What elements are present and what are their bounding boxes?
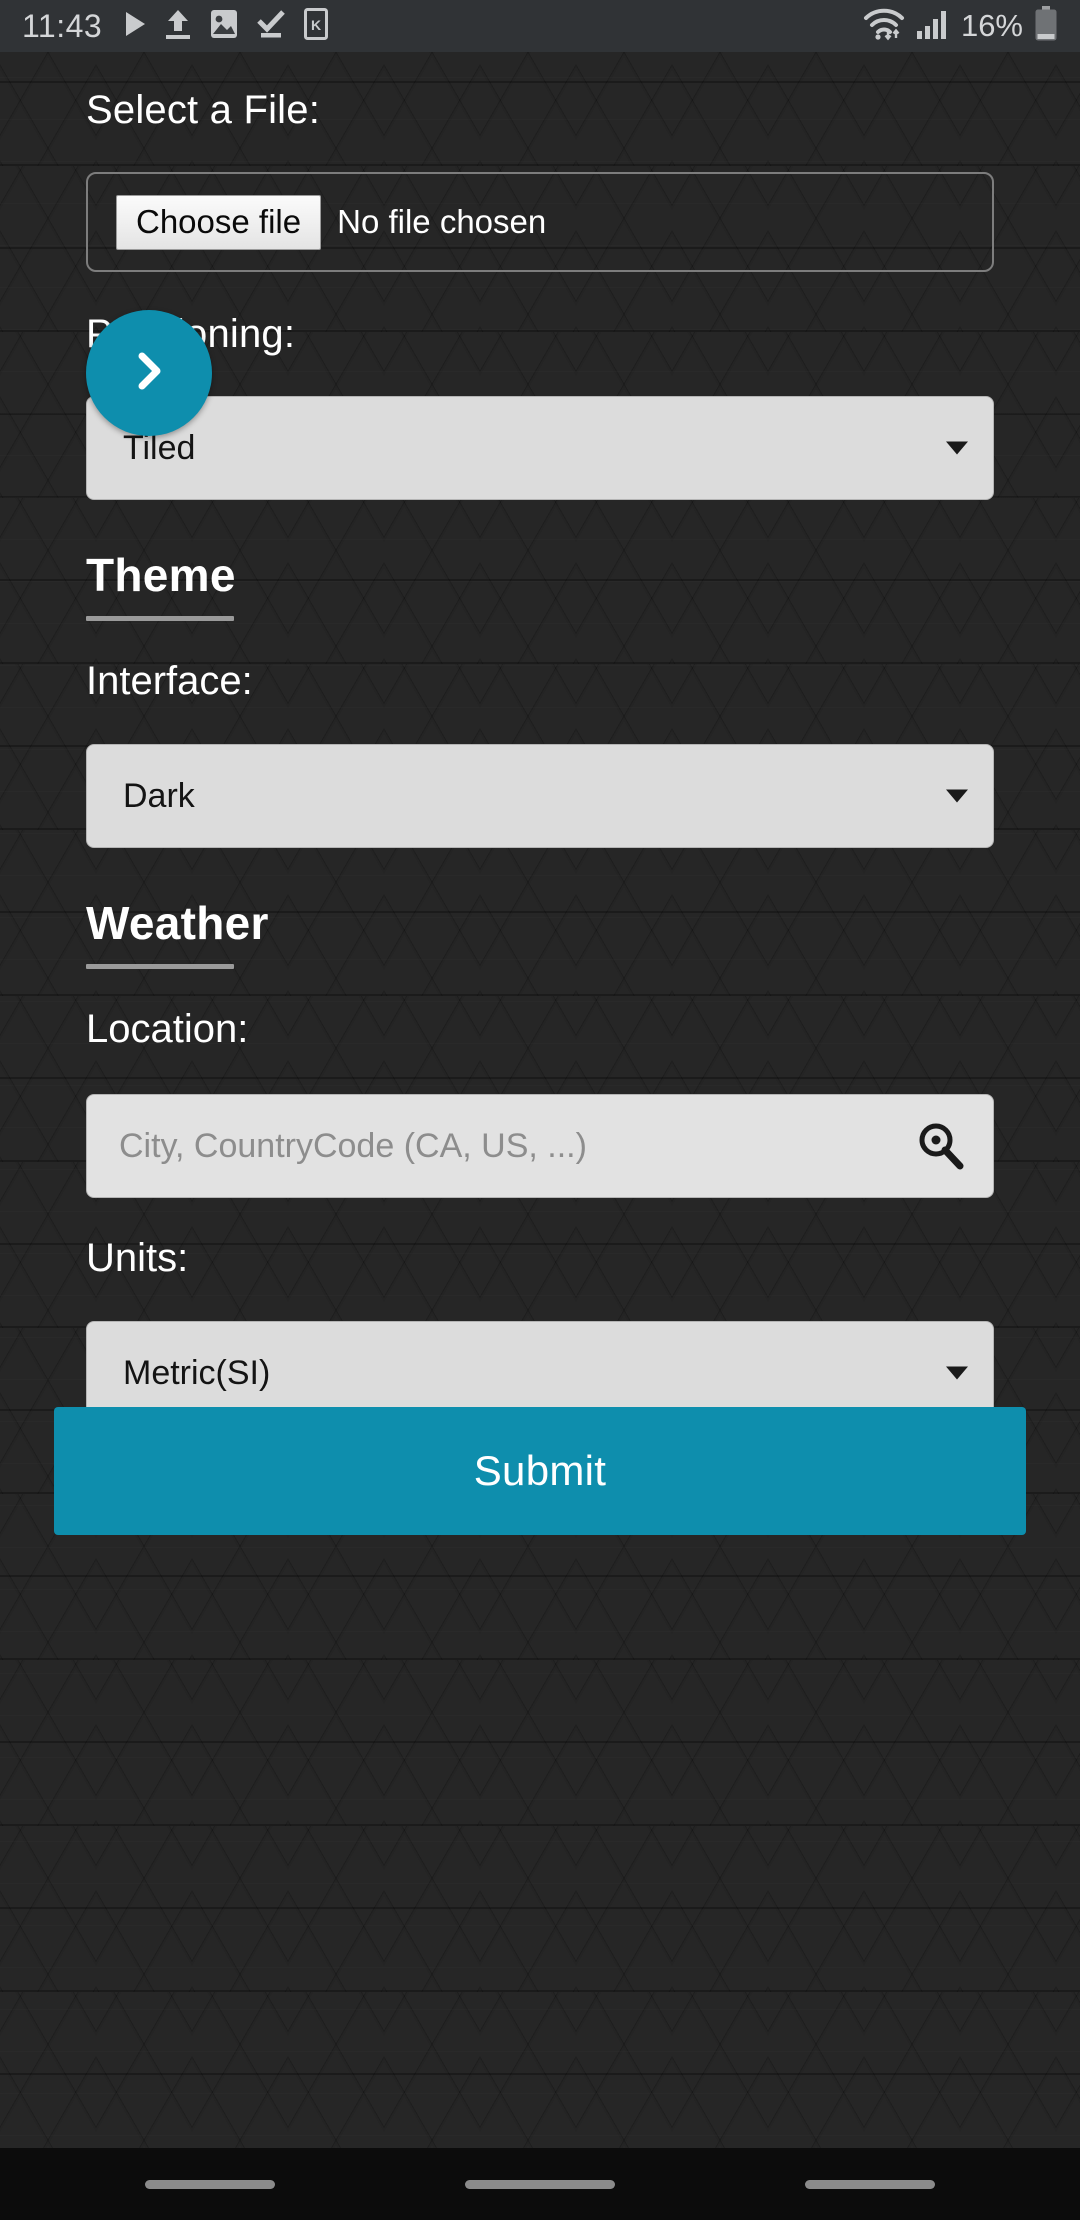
wifi-icon (863, 7, 905, 46)
battery-percent-label: 16% (960, 8, 1023, 43)
choose-file-button[interactable]: Choose file (116, 194, 322, 250)
image-icon (210, 8, 238, 45)
nav-home-button[interactable] (465, 2179, 615, 2189)
positioning-label: Positioning: (86, 312, 994, 356)
battery-icon (1034, 5, 1058, 47)
interface-select[interactable]: Dark (86, 744, 994, 848)
units-select-value: Metric(SI) (123, 1353, 271, 1392)
cell-signal-icon (916, 8, 950, 45)
settings-page: Select a File: Choose file No file chose… (54, 52, 1026, 2220)
interface-select-wrap: Dark (86, 744, 994, 848)
search-icon[interactable] (912, 1118, 968, 1174)
status-bar-notification-icons: K (124, 7, 329, 45)
chevron-right-icon (125, 347, 173, 400)
chevron-down-icon (946, 789, 968, 803)
nav-recents-button[interactable] (145, 2179, 275, 2189)
weather-section-heading: Weather (86, 897, 269, 949)
positioning-select-wrap: Tiled (86, 396, 994, 500)
interface-select-value: Dark (123, 776, 195, 815)
chevron-down-icon (946, 1366, 968, 1380)
location-input-placeholder: City, CountryCode (CA, US, ...) (119, 1126, 587, 1165)
file-status-text: No file chosen (337, 203, 547, 240)
units-label: Units: (86, 1236, 189, 1280)
right-gutter (1026, 52, 1080, 2220)
status-bar-system-icons: 16% (863, 5, 1058, 47)
weather-section-divider (86, 964, 234, 969)
status-bar: 11:43 K 16% (0, 0, 1080, 52)
svg-text:K: K (311, 17, 321, 33)
nav-back-button[interactable] (805, 2179, 935, 2189)
interface-label: Interface: (86, 659, 253, 703)
left-gutter (0, 52, 54, 2220)
upload-icon (164, 8, 192, 45)
location-input[interactable]: City, CountryCode (CA, US, ...) (86, 1094, 994, 1198)
kindle-app-icon: K (304, 7, 329, 45)
submit-button[interactable]: Submit (54, 1407, 1026, 1535)
location-search-wrap: City, CountryCode (CA, US, ...) (86, 1094, 994, 1198)
select-file-label: Select a File: (86, 88, 321, 132)
next-fab-button[interactable] (86, 310, 212, 436)
status-bar-clock: 11:43 (22, 7, 103, 44)
settings-card: Select a File: Choose file No file chose… (54, 52, 1026, 1425)
theme-section-divider (86, 616, 234, 621)
android-navigation-bar (0, 2148, 1080, 2220)
location-label: Location: (86, 1007, 249, 1051)
chevron-down-icon (946, 441, 968, 455)
positioning-select[interactable]: Tiled (86, 396, 994, 500)
submit-area: Submit (54, 1407, 1026, 1535)
check-download-icon (256, 9, 286, 44)
file-input[interactable]: Choose file No file chosen (86, 172, 994, 272)
play-icon (124, 11, 146, 42)
theme-section-heading: Theme (86, 549, 236, 601)
